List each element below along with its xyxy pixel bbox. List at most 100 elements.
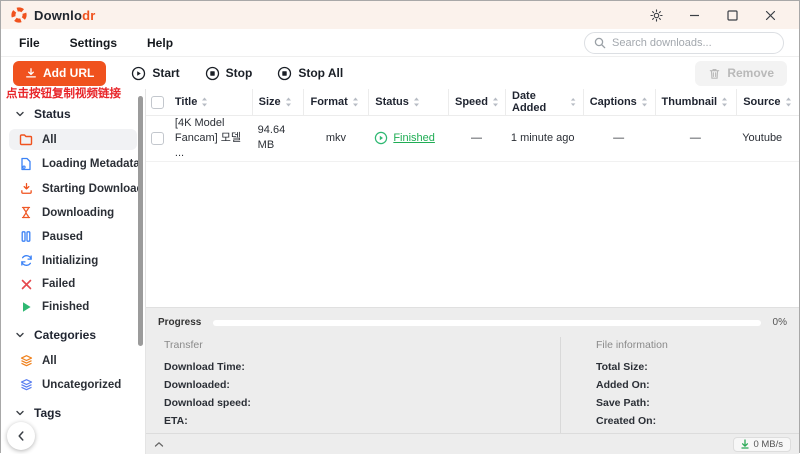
sidebar-item-finished[interactable]: Finished	[9, 297, 137, 317]
stop-circle-icon	[205, 66, 220, 81]
sidebar-item-categories-all[interactable]: All	[9, 350, 137, 371]
main-content: Title Size Format Status Speed Date Adde…	[146, 89, 799, 454]
select-all-cell	[146, 93, 169, 111]
trash-icon	[708, 67, 721, 80]
menu-file[interactable]: File	[19, 36, 40, 50]
transfer-download-time-label: Download Time:	[164, 361, 552, 373]
row-select-cell	[146, 132, 169, 145]
add-url-button[interactable]: Add URL	[13, 61, 106, 86]
details-info-grid: Transfer Download Time: Downloaded: Down…	[156, 335, 789, 433]
sidebar: Status All Loading Metadata Starting Dow…	[1, 89, 146, 454]
sidebar-collapse-button[interactable]	[7, 422, 35, 450]
sidebar-scrollbar[interactable]	[138, 96, 143, 346]
hourglass-icon	[19, 206, 33, 219]
row-title[interactable]: [4K Model Fancam] 모델 ...	[169, 116, 252, 161]
column-header-status[interactable]: Status	[368, 89, 448, 116]
sidebar-section-status[interactable]: Status	[1, 102, 145, 126]
column-header-title[interactable]: Title	[169, 93, 252, 111]
row-date-added: 1 minute ago	[505, 132, 583, 144]
pause-icon	[19, 230, 33, 243]
sort-icon	[570, 97, 576, 107]
close-icon[interactable]	[751, 2, 789, 28]
refresh-icon	[19, 254, 33, 267]
remove-button[interactable]: Remove	[695, 61, 787, 86]
speed-value: 0 MB/s	[753, 439, 783, 450]
table-empty-area	[146, 162, 799, 307]
file-created-on-label: Created On:	[596, 415, 781, 427]
sort-icon	[785, 97, 792, 107]
start-button[interactable]: Start	[131, 66, 179, 81]
sidebar-item-loading-metadata[interactable]: Loading Metadata	[9, 153, 137, 175]
layers-icon	[19, 354, 33, 367]
transfer-eta-label: ETA:	[164, 415, 552, 427]
column-header-source[interactable]: Source	[736, 89, 799, 116]
theme-toggle-icon[interactable]	[637, 2, 675, 28]
minimize-icon[interactable]	[675, 2, 713, 28]
details-panel: Progress 0% Transfer Download Time: Down…	[146, 307, 799, 433]
downlodr-app-window: { "colors": { "accent_orange": "#f0521e"…	[0, 0, 800, 453]
column-header-format[interactable]: Format	[303, 89, 368, 116]
sidebar-item-initializing[interactable]: Initializing	[9, 250, 137, 271]
collapse-panel-icon[interactable]	[154, 441, 164, 448]
row-status: Finished	[368, 131, 448, 145]
app-logo-icon	[11, 7, 27, 23]
speed-badge: 0 MB/s	[733, 437, 791, 452]
sidebar-item-status-all[interactable]: All	[9, 129, 137, 150]
select-all-checkbox[interactable]	[151, 96, 164, 109]
table-row[interactable]: [4K Model Fancam] 모델 ... 94.64 MB mkv Fi…	[146, 116, 799, 162]
copy-link-notice: 点击按钮复制视频链接	[6, 85, 121, 101]
progress-row: Progress 0%	[156, 313, 789, 335]
table-header: Title Size Format Status Speed Date Adde…	[146, 89, 799, 116]
transfer-section: Transfer Download Time: Downloaded: Down…	[156, 337, 560, 433]
row-source: Youtube	[736, 132, 799, 144]
column-header-thumbnail[interactable]: Thumbnail	[655, 89, 737, 116]
progress-label: Progress	[158, 317, 201, 328]
chevron-down-icon	[15, 330, 25, 340]
download-arrow-icon	[741, 439, 749, 449]
play-icon	[19, 301, 33, 313]
stop-circle-icon	[277, 66, 292, 81]
transfer-title: Transfer	[164, 339, 552, 351]
search-input[interactable]	[612, 37, 774, 49]
column-header-captions[interactable]: Captions	[583, 89, 655, 116]
column-header-date-added[interactable]: Date Added	[505, 89, 583, 116]
file-save-path-label: Save Path:	[596, 397, 781, 409]
sort-icon	[285, 97, 292, 107]
app-title: Downlodr	[34, 8, 96, 23]
sort-icon	[413, 97, 420, 107]
search-box[interactable]	[584, 32, 784, 54]
titlebar: Downlodr	[1, 1, 799, 29]
stop-all-button[interactable]: Stop All	[277, 66, 343, 81]
maximize-icon[interactable]	[713, 2, 751, 28]
chevron-left-icon	[16, 430, 26, 442]
chevron-down-icon	[15, 109, 25, 119]
menu-help[interactable]: Help	[147, 36, 173, 50]
sidebar-item-uncategorized[interactable]: Uncategorized	[9, 374, 137, 395]
file-total-size-label: Total Size:	[596, 361, 781, 373]
column-header-size[interactable]: Size	[252, 89, 304, 116]
column-header-speed[interactable]: Speed	[448, 89, 505, 116]
chevron-down-icon	[15, 408, 25, 418]
sort-icon	[352, 97, 359, 107]
sidebar-item-downloading[interactable]: Downloading	[9, 202, 137, 223]
file-added-on-label: Added On:	[596, 379, 781, 391]
row-speed: —	[448, 132, 505, 144]
download-icon	[19, 182, 33, 195]
status-bar: 0 MB/s	[146, 433, 799, 454]
row-thumbnail: —	[654, 132, 736, 144]
stop-button[interactable]: Stop	[205, 66, 253, 81]
sort-icon	[721, 97, 728, 107]
file-information-title: File information	[596, 339, 781, 351]
play-circle-icon[interactable]	[374, 131, 388, 145]
sidebar-item-starting-download[interactable]: Starting Download	[9, 178, 137, 199]
row-checkbox[interactable]	[151, 132, 164, 145]
sidebar-section-categories[interactable]: Categories	[1, 323, 145, 347]
menu-settings[interactable]: Settings	[70, 36, 117, 50]
file-icon	[19, 157, 33, 171]
sort-icon	[492, 97, 499, 107]
window-controls	[637, 2, 789, 28]
sidebar-item-failed[interactable]: Failed	[9, 274, 137, 294]
sidebar-item-paused[interactable]: Paused	[9, 226, 137, 247]
status-finished-link[interactable]: Finished	[393, 132, 435, 144]
progress-bar	[213, 320, 760, 326]
